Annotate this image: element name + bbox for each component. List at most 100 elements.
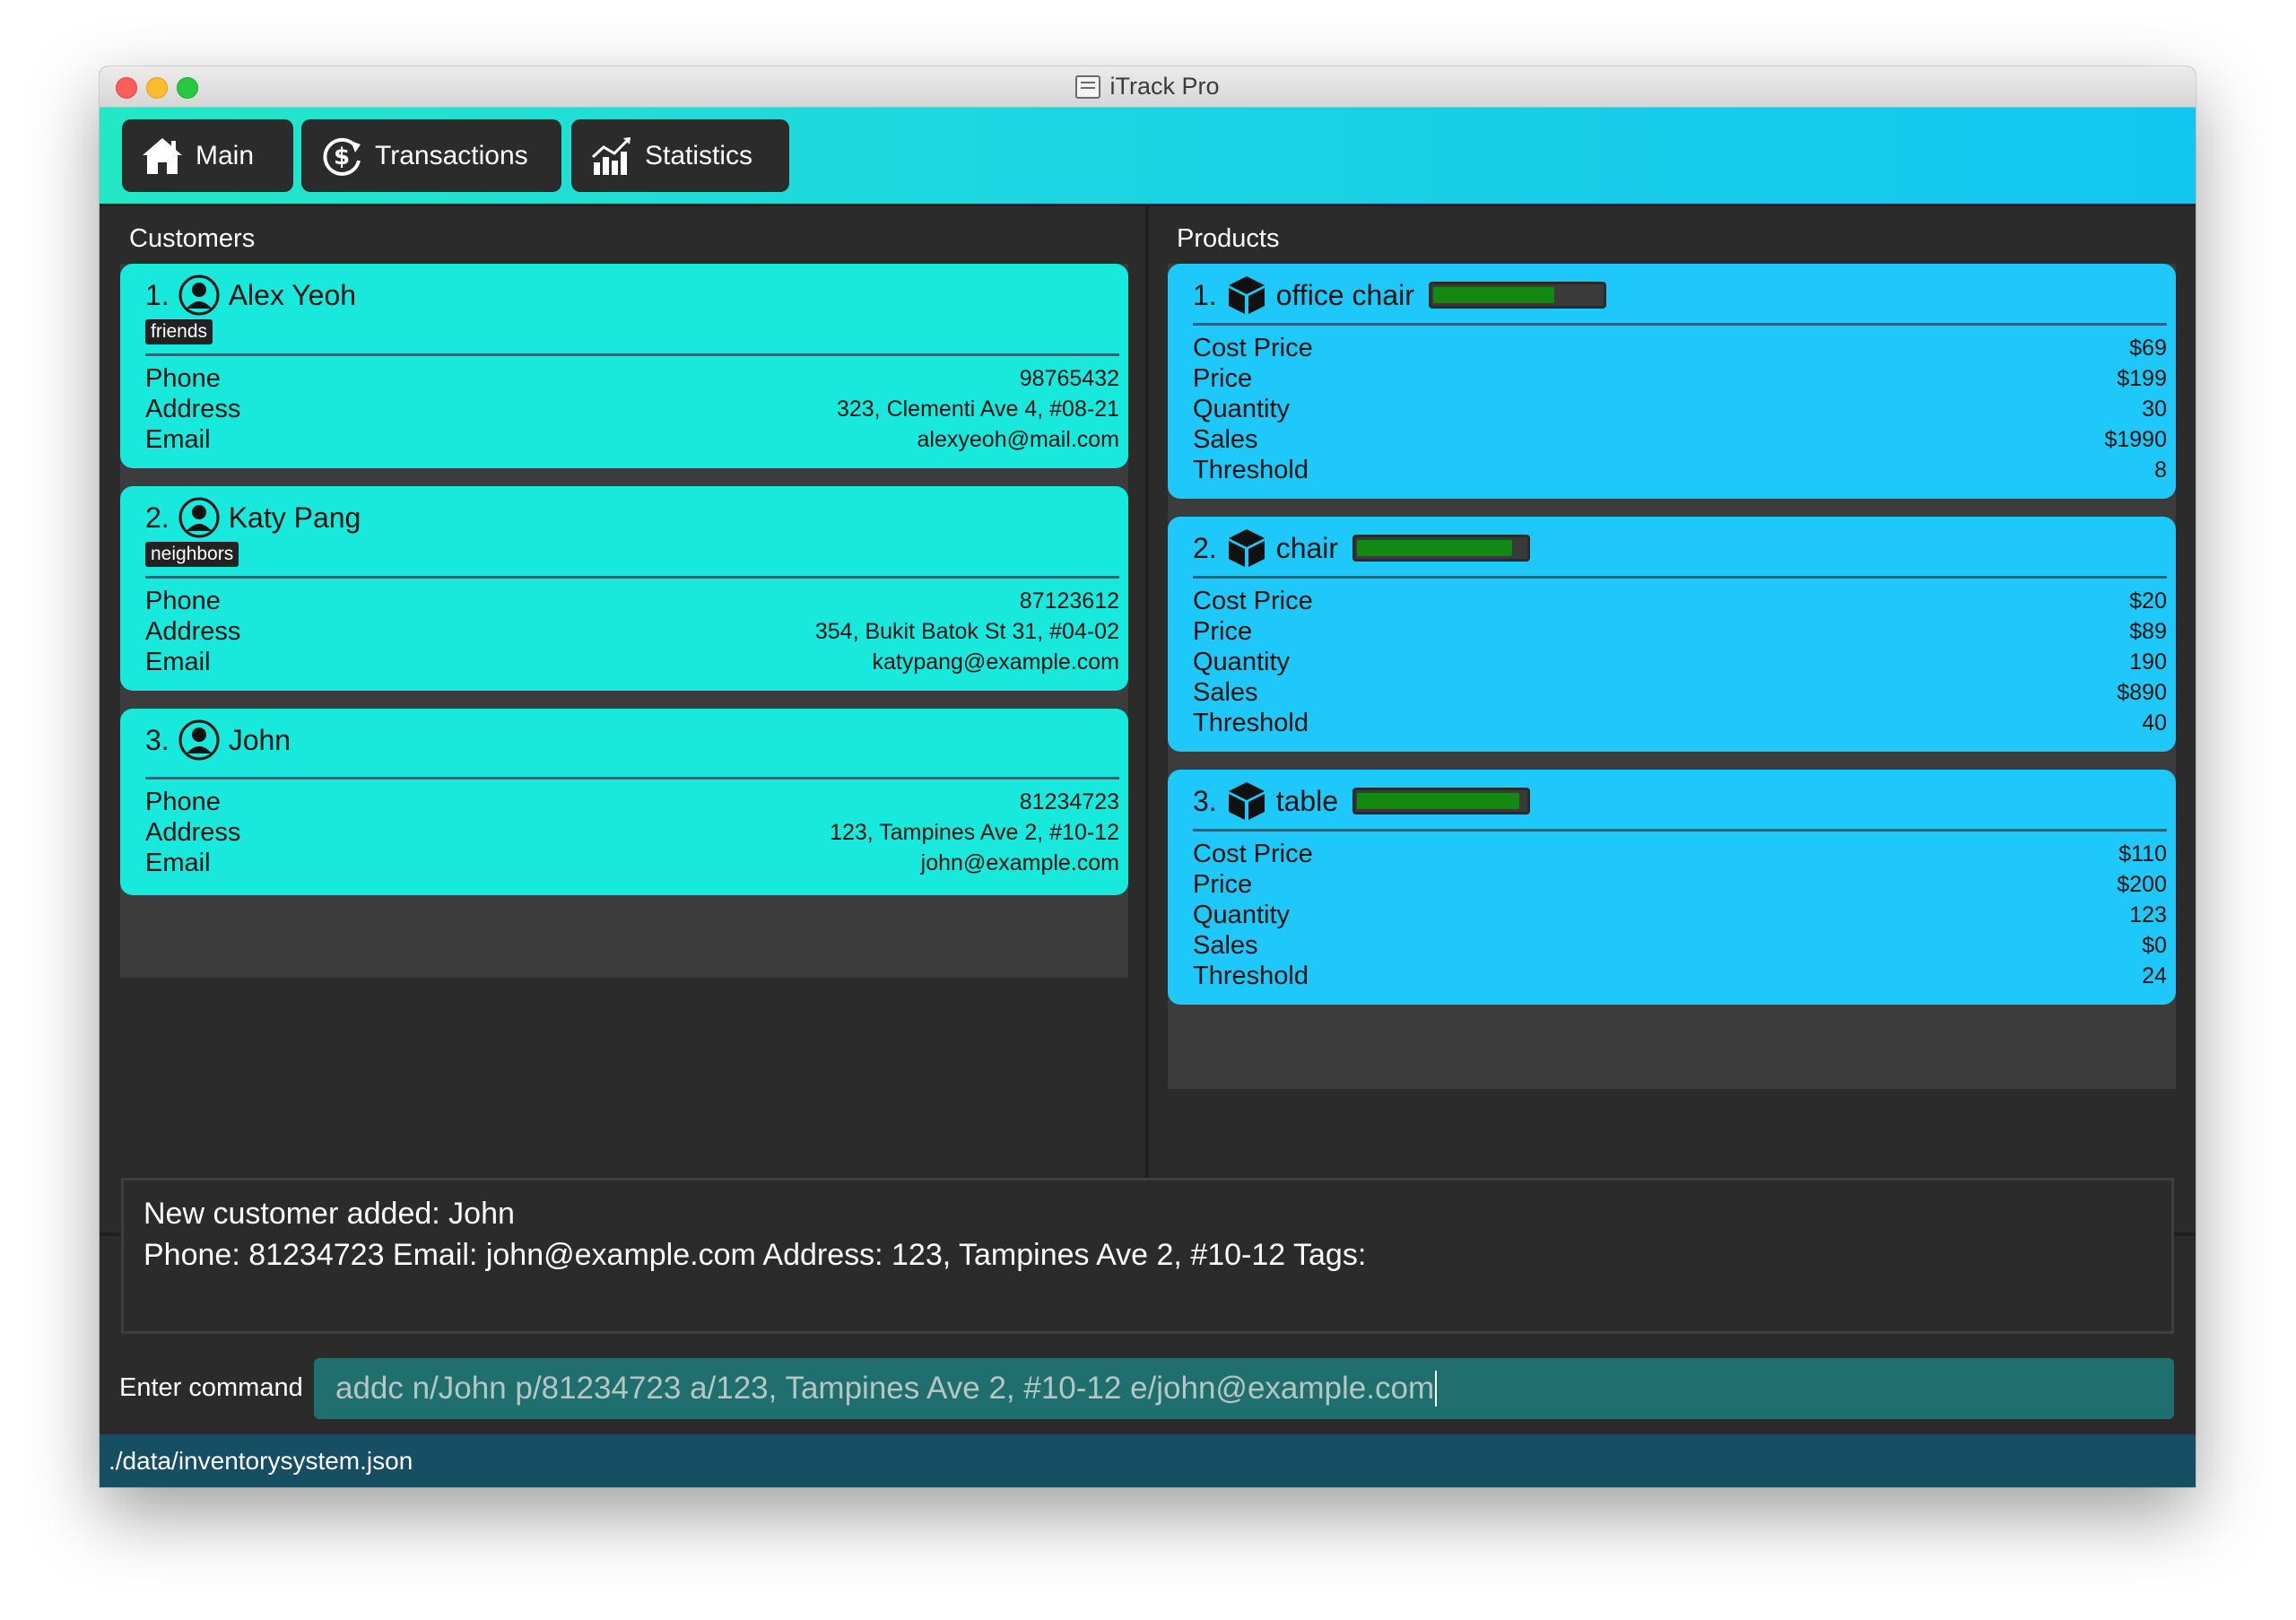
quantity-label: Quantity: [1193, 647, 1290, 676]
address-row: Address 323, Clementi Ave 4, #08-21: [145, 394, 1119, 424]
price-label: Price: [1193, 616, 1253, 646]
navigation-bar: Main $ Transactions Statistics: [100, 108, 2196, 206]
cost-price-label: Cost Price: [1193, 333, 1313, 362]
box-icon: [1228, 782, 1265, 820]
person-icon: [178, 719, 220, 761]
price-row: Price $199: [1193, 363, 2167, 394]
product-name: chair: [1275, 531, 1339, 564]
divider: [1193, 829, 2167, 832]
cost-price-row: Cost Price $20: [1193, 586, 2167, 616]
quantity-label: Quantity: [1193, 394, 1290, 423]
sales-row: Sales $1990: [1193, 424, 2167, 455]
product-card[interactable]: 3. table Cost Price $110 Price $200 Quanti…: [1168, 770, 2176, 1005]
customer-index: 1.: [145, 278, 170, 311]
address-label: Address: [145, 616, 241, 646]
email-value: john@example.com: [920, 849, 1119, 875]
product-index: 3.: [1193, 784, 1217, 817]
window-title: iTrack Pro: [1109, 73, 1220, 100]
status-bar: ./data/inventorysystem.json: [100, 1434, 2196, 1487]
stock-level-fill: [1357, 793, 1519, 809]
box-icon: [1228, 529, 1265, 567]
products-header: Products: [1177, 224, 1280, 253]
product-card-header: 2. chair: [1193, 526, 1531, 570]
product-card[interactable]: 2. chair Cost Price $20 Price $89 Quantity…: [1168, 517, 2176, 752]
customer-index: 3.: [145, 723, 170, 756]
threshold-row: Threshold 24: [1193, 961, 2167, 991]
address-label: Address: [145, 817, 241, 847]
phone-value: 87123612: [1019, 588, 1119, 614]
stock-level-bar: [1352, 535, 1531, 562]
divider: [145, 353, 1119, 356]
stock-level-bar: [1352, 788, 1531, 814]
product-index: 2.: [1193, 531, 1217, 564]
product-list[interactable]: 1. office chair Cost Price $69 Price $199 …: [1168, 264, 2176, 1089]
customer-card[interactable]: 1. Alex Yeoh friends Phone 98765432 Addre…: [120, 264, 1128, 468]
price-value: $200: [2117, 871, 2167, 897]
product-card[interactable]: 1. office chair Cost Price $69 Price $199 …: [1168, 264, 2176, 499]
threshold-value: 40: [2142, 710, 2167, 736]
customer-card-header: 3. John: [145, 718, 291, 762]
result-display[interactable]: New customer added: John Phone: 81234723…: [121, 1178, 2174, 1334]
pane-divider[interactable]: [1145, 206, 1149, 1236]
threshold-value: 24: [2142, 962, 2167, 989]
product-card-header: 1. office chair: [1193, 273, 1606, 318]
window-title-group: iTrack Pro: [100, 66, 2196, 107]
home-icon: [143, 137, 182, 174]
product-name: table: [1275, 784, 1339, 817]
save-file-path: ./data/inventorysystem.json: [109, 1447, 413, 1475]
customer-list[interactable]: 1. Alex Yeoh friends Phone 98765432 Addre…: [120, 264, 1128, 978]
divider: [1193, 323, 2167, 326]
stock-level-fill: [1432, 287, 1555, 303]
customer-tag: neighbors: [145, 542, 239, 567]
cost-price-label: Cost Price: [1193, 839, 1313, 868]
text-cursor: [1435, 1371, 1438, 1407]
main-button[interactable]: Main: [122, 119, 293, 192]
app-icon: [1075, 74, 1101, 99]
sales-value: $890: [2117, 679, 2167, 705]
phone-value: 81234723: [1019, 788, 1119, 814]
threshold-row: Threshold 40: [1193, 708, 2167, 738]
price-value: $199: [2117, 365, 2167, 391]
stock-level-fill: [1357, 540, 1512, 556]
customer-index: 2.: [145, 501, 170, 534]
sales-label: Sales: [1193, 930, 1258, 960]
sales-label: Sales: [1193, 677, 1258, 707]
phone-label: Phone: [145, 787, 221, 816]
price-label: Price: [1193, 869, 1253, 899]
cost-price-value: $20: [2129, 588, 2167, 614]
quantity-label: Quantity: [1193, 900, 1290, 929]
command-input-text: addc n/John p/81234723 a/123, Tampines A…: [335, 1371, 1435, 1406]
sales-value: $1990: [2104, 426, 2167, 452]
stock-level-bar: [1428, 282, 1606, 309]
customer-name: Alex Yeoh: [228, 278, 357, 311]
divider: [145, 576, 1119, 579]
quantity-value: 190: [2129, 649, 2167, 675]
product-card-header: 3. table: [1193, 779, 1531, 823]
customers-header: Customers: [129, 224, 256, 253]
price-row: Price $89: [1193, 616, 2167, 647]
command-label: Enter command: [119, 1373, 303, 1402]
customer-card-header: 1. Alex Yeoh: [145, 273, 356, 318]
product-index: 1.: [1193, 278, 1217, 311]
command-input[interactable]: addc n/John p/81234723 a/123, Tampines A…: [314, 1358, 2174, 1419]
statistics-button[interactable]: Statistics: [571, 119, 789, 192]
customer-name: John: [228, 723, 291, 756]
divider: [1193, 576, 2167, 579]
threshold-label: Threshold: [1193, 961, 1309, 990]
customer-card[interactable]: 2. Katy Pang neighbors Phone 87123612 Add…: [120, 486, 1128, 691]
phone-row: Phone 98765432: [145, 363, 1119, 394]
threshold-label: Threshold: [1193, 455, 1309, 484]
phone-value: 98765432: [1019, 365, 1119, 391]
phone-row: Phone 81234723: [145, 787, 1119, 817]
phone-row: Phone 87123612: [145, 586, 1119, 616]
phone-label: Phone: [145, 363, 221, 393]
address-label: Address: [145, 394, 241, 423]
quantity-value: 123: [2129, 901, 2167, 928]
sales-row: Sales $890: [1193, 677, 2167, 708]
transactions-button[interactable]: $ Transactions: [301, 119, 561, 192]
main-button-label: Main: [196, 140, 255, 170]
sales-label: Sales: [1193, 424, 1258, 454]
quantity-value: 30: [2142, 396, 2167, 422]
price-row: Price $200: [1193, 869, 2167, 900]
customer-card[interactable]: 3. John Phone 81234723 Address 123, Tampin…: [120, 709, 1128, 895]
